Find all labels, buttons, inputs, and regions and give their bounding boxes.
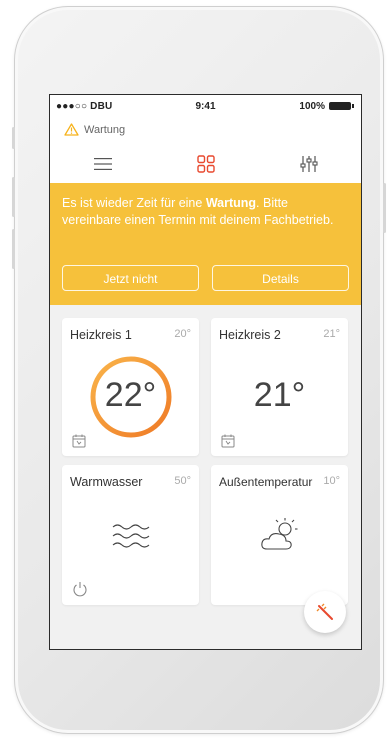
tile-title: Heizkreis 1 [70, 328, 132, 342]
tile-heizkreis-2[interactable]: Heizkreis 2 21° 21° [211, 318, 348, 456]
tile-current-temp: 21° [323, 328, 340, 340]
magic-wand-icon [316, 603, 333, 620]
side-button [12, 127, 15, 149]
battery-icon [329, 102, 354, 110]
top-navigation [50, 145, 361, 183]
banner-message: Es ist wieder Zeit für eine Wartung. Bit… [62, 195, 349, 228]
power-button [383, 183, 386, 233]
maintenance-notice[interactable]: Wartung [50, 117, 361, 145]
app-screen: ●●●○○ DBU 9:41 100% Wartung Es ist wiede… [49, 94, 362, 650]
calendar-icon[interactable] [221, 434, 235, 448]
tile-title: Heizkreis 2 [219, 328, 281, 342]
tile-title: Warmwasser [70, 475, 143, 489]
tile-heizkreis-1[interactable]: Heizkreis 1 20° 22° [62, 318, 199, 456]
status-bar: ●●●○○ DBU 9:41 100% [50, 95, 361, 117]
sliders-icon [300, 156, 318, 172]
menu-icon [94, 158, 112, 170]
grid-icon [197, 155, 215, 173]
dashboard-button[interactable] [193, 151, 219, 177]
tile-aussentemperatur[interactable]: Außentemperatur 10° [211, 465, 348, 605]
banner-message-bold: Wartung [205, 196, 257, 210]
menu-button[interactable] [90, 151, 116, 177]
tile-setpoint: 22° [104, 376, 157, 414]
notice-label: Wartung [84, 124, 126, 136]
power-icon[interactable] [72, 581, 88, 597]
tile-current-temp: 20° [174, 328, 191, 340]
water-waves-icon [112, 524, 150, 548]
volume-down-button [12, 229, 15, 269]
assistant-fab[interactable] [304, 591, 346, 633]
tile-current-temp: 10° [323, 475, 340, 487]
battery-percent: 100% [299, 101, 325, 112]
tile-title: Außentemperatur [219, 475, 313, 489]
warning-icon [64, 123, 79, 136]
dismiss-button[interactable]: Jetzt nicht [62, 265, 199, 291]
details-button[interactable]: Details [212, 265, 349, 291]
tile-current-temp: 50° [174, 475, 191, 487]
maintenance-banner: Es ist wieder Zeit für eine Wartung. Bit… [50, 183, 361, 305]
tile-warmwasser[interactable]: Warmwasser 50° [62, 465, 199, 605]
settings-button[interactable] [296, 151, 322, 177]
tile-setpoint: 21° [253, 376, 306, 414]
calendar-icon[interactable] [72, 434, 86, 448]
volume-up-button [12, 177, 15, 217]
banner-message-text: Es ist wieder Zeit für eine [62, 196, 206, 210]
partly-cloudy-icon [261, 518, 298, 550]
